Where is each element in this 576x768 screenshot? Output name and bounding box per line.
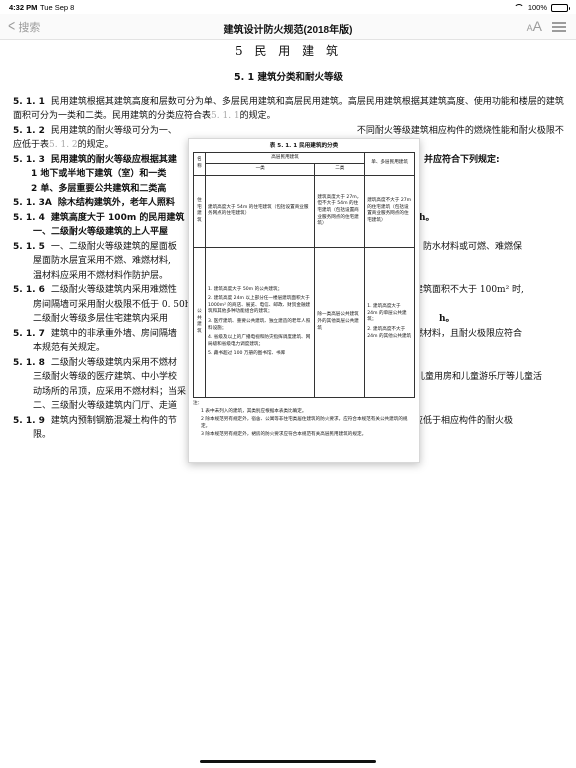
clause-text: h。 xyxy=(439,314,455,324)
clause-number: 5. 1. 9 xyxy=(13,415,45,426)
battery-percent: 100% xyxy=(527,3,547,12)
clause-number: 5. 1. 8 xyxy=(13,357,45,368)
clause-text: 的规定。 xyxy=(239,111,276,121)
clause-number: 5. 1. 1 xyxy=(13,96,45,107)
font-size-button[interactable]: AA xyxy=(527,18,542,34)
clause-text: 限不应低于相应构件的耐火极 xyxy=(396,415,514,426)
clause-paragraph: 5. 1. 1 民用建筑根据其建筑高度和层数可分为单、多层民用建筑和高层民用建筑。… xyxy=(13,95,564,124)
clause-text: 限。 xyxy=(33,430,52,440)
clause-text: 上时，防水材料或可燃、难燃保 xyxy=(396,241,523,252)
clause-number: 5. 1. 2 xyxy=(13,125,45,136)
clause-text: 1 地下或半地下建筑（室）和一类 xyxy=(31,169,167,179)
list-item: 1. 建筑高度大于 50m 的公共建筑； xyxy=(207,286,283,292)
table-header-low-rise: 单、多层民用建筑 xyxy=(364,151,415,176)
table-row: 住宅建筑 建筑高度大于 54m 的住宅建筑（包括设置商业服务网点的住宅建筑） 建… xyxy=(193,174,415,248)
clause-text: 的规定。 xyxy=(77,140,114,150)
clause-text: 建筑高度大于 100m 的民用建筑 xyxy=(50,212,185,223)
clause-text: 一、二级耐火等级建筑的屋面板 xyxy=(50,241,177,252)
table-header-class2: 二类 xyxy=(314,163,366,176)
clause-text: 屋面防水层宜采用不燃、难燃材料, xyxy=(33,256,171,266)
clause-text: 民用建筑根据其建筑高度和层数可分为单、多层民用建筑和高层民用建筑。高层民用建筑根… xyxy=(13,96,564,122)
clause-number: 5. 1. 5 xyxy=(13,241,45,252)
table-reference-link[interactable]: 5. 1. 1 xyxy=(211,111,240,121)
table-cell-name: 公共建筑 xyxy=(193,246,206,398)
clause-text: 动场所的吊顶，应采用不燃材料；当采 xyxy=(33,386,187,397)
table-reference-link[interactable]: 5. 1. 2 xyxy=(49,140,78,150)
clause-text: 本规范有关规定。 xyxy=(33,343,106,353)
wifi-icon xyxy=(513,4,524,11)
clause-text: 除木结构建筑外，老年人照料 xyxy=(57,198,175,208)
table-popup[interactable]: 表 5. 1. 1 民用建筑的分类 名称 高层民用建筑 单、多层民用建筑 一类 … xyxy=(188,138,420,463)
status-right: 100% xyxy=(513,3,570,12)
clause-text: 间的建筑面积不大于 100m² 时, xyxy=(396,285,524,295)
clause-text: 2 单、多层重要公共建筑和二类高 xyxy=(31,183,167,194)
list-icon[interactable] xyxy=(552,22,566,32)
clause-text: 并应符合下列规定: xyxy=(424,154,500,165)
clause-text: 民用建筑的耐火等级可分为一、 xyxy=(50,125,177,136)
table-cell-class1: 建筑高度大于 54m 的住宅建筑（包括设置商业服务网点的住宅建筑） xyxy=(204,174,316,248)
clause-text: 二、三级耐火等级建筑内门厅、走道 xyxy=(33,401,178,411)
clause-text: 二级耐火等级建筑内采用难燃性 xyxy=(50,285,177,295)
clause-text: 房间隔墙可采用耐火极限不低于 0. 50h 的 xyxy=(33,299,203,310)
list-item: 2. 建筑高度 24m 以上部分任一楼层建筑面积大于 1000m² 的商店、展览… xyxy=(207,296,311,315)
list-item: 4. 省级及以上的广播电视和防灾指挥调度建筑、网局级和省级电力调度建筑； xyxy=(207,335,311,347)
clause-text: 一、二级耐火等级建筑的上人平屋 xyxy=(33,227,169,237)
table-header-name: 名称 xyxy=(193,151,206,176)
clause-number: 5. 1. 7 xyxy=(13,328,45,339)
notes-label: 注： xyxy=(193,400,203,406)
table-cell-class2: 建筑高度大于 27m，但不大于 54m 的住宅建筑（包括设置商业服务网点的住宅建… xyxy=(314,174,366,248)
table-cell-low-rise-list: 1. 建筑高度大于 24m 的单层公共建筑； 2. 建筑高度不大于 24m 的其… xyxy=(364,246,415,398)
clause-text: h。 xyxy=(419,212,435,223)
clause-text: 二级耐火等级多层住宅建筑内采用 xyxy=(33,314,169,324)
clause-text: 二级耐火等级建筑内采用不燃材 xyxy=(50,357,177,368)
clause-number: 5. 1. 3A xyxy=(13,198,52,208)
clause-text: 儿童用房和儿童游乐厅等儿童活 xyxy=(416,372,543,382)
building-classification-table: 名称 高层民用建筑 单、多层民用建筑 一类 二类 住宅建筑 建筑高度大于 54m… xyxy=(193,151,415,398)
list-item: 5. 藏书超过 100 万册的图书馆、书库 xyxy=(207,351,286,357)
clause-text: 温材料应采用不燃材料作防护层。 xyxy=(33,270,169,281)
table-header-class1: 一类 xyxy=(204,163,316,176)
table-cell-name: 住宅建筑 xyxy=(193,174,206,248)
home-indicator[interactable] xyxy=(200,760,376,763)
section-title: 5. 1 建筑分类和耐火等级 xyxy=(234,72,343,83)
font-size-large-icon: A xyxy=(532,18,542,34)
chapter-title: 5 民 用 建 筑 xyxy=(235,44,342,58)
table-note: 1 表中未列入的建筑，其类别应根据本表类比确定。 xyxy=(201,408,307,414)
table-cell-low-rise: 建筑高度不大于 27m 的住宅建筑（包括设置商业服务网点的住宅建筑） xyxy=(364,174,415,248)
status-date: Tue Sep 8 xyxy=(40,3,75,12)
status-time: 4:32 PM xyxy=(9,3,38,12)
battery-icon xyxy=(551,3,570,12)
clause-text: 三级耐火等级的医疗建筑、中小学校 xyxy=(33,372,178,382)
table-caption: 表 5. 1. 1 民用建筑的分类 xyxy=(269,143,339,149)
clause-text: 建筑内预制钢筋混凝土构件的节 xyxy=(50,415,177,426)
clause-number: 5. 1. 3 xyxy=(13,154,45,165)
page-title: 建筑设计防火规范(2018年版) xyxy=(223,25,353,36)
table-cell-class1-list: 1. 建筑高度大于 50m 的公共建筑； 2. 建筑高度 24m 以上部分任一楼… xyxy=(204,246,316,398)
list-item: 1. 建筑高度大于 24m 的单层公共建筑； xyxy=(367,304,407,323)
clause-number: 5. 1. 4 xyxy=(13,212,45,223)
table-header-high-rise: 高层民用建筑 xyxy=(204,151,366,165)
list-item: 2. 建筑高度不大于 24m 的其他公共建筑 xyxy=(367,327,412,339)
table-notes: 注： 1 表中未列入的建筑，其类别应根据本表类比确定。 2 除本规范另有规定外，… xyxy=(193,401,415,438)
clause-number: 5. 1. 6 xyxy=(13,285,45,295)
navigation-bar: < 搜索 建筑设计防火规范(2018年版) AA xyxy=(0,14,576,40)
table-cell-class2: 除一类高层公共建筑外的其他高层公共建筑 xyxy=(314,246,366,398)
table-note: 3 除本规范另有规定外，裙房的防火要求应符合本规范有关高层民用建筑的规定。 xyxy=(201,431,367,437)
clause-text: 建筑中的非承重外墙、房间隔墙 xyxy=(50,328,177,339)
table-row: 公共建筑 1. 建筑高度大于 50m 的公共建筑； 2. 建筑高度 24m 以上… xyxy=(193,246,415,398)
clause-text: 为不燃材料，且耐火极限应符合 xyxy=(396,328,523,339)
list-item: 3. 医疗建筑、重要公共建筑、独立建造的老年人照料设施； xyxy=(207,318,311,331)
status-bar: 4:32 PM Tue Sep 8 100% xyxy=(0,0,576,14)
clause-text: 民用建筑的耐火等级应根据其建 xyxy=(50,154,177,165)
table-note: 2 除本规范另有规定外，宿舍、公寓等非住宅类居住建筑的防火要求，应符合本规范有关… xyxy=(201,416,408,429)
